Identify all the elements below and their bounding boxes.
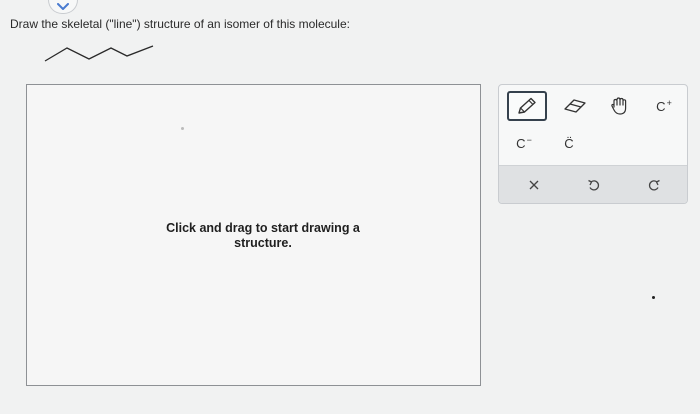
- undo-icon: [588, 179, 600, 191]
- redo-icon: [648, 179, 660, 191]
- anion-charge: −: [526, 135, 532, 145]
- anion-tool-button[interactable]: C −: [509, 130, 539, 156]
- lone-pair-label: C̈: [564, 135, 574, 151]
- close-icon: [529, 180, 539, 190]
- stray-dot: [652, 296, 655, 299]
- cation-tool-button[interactable]: C +: [649, 93, 679, 119]
- pencil-tool-button[interactable]: [507, 91, 547, 121]
- action-bar: [499, 165, 687, 203]
- collapse-tab[interactable]: [48, 0, 78, 14]
- canvas-speck: [181, 127, 184, 130]
- drawing-canvas[interactable]: Click and drag to start drawing a struct…: [26, 84, 481, 386]
- anion-label: C: [516, 135, 526, 151]
- clear-button[interactable]: [519, 172, 549, 198]
- hand-icon: [611, 97, 627, 115]
- question-text: Draw the skeletal ("line") structure of …: [10, 17, 350, 31]
- cation-label: C: [656, 98, 666, 114]
- molecule-skeletal-structure: [44, 45, 154, 62]
- canvas-hint: Click and drag to start drawing a struct…: [166, 221, 360, 250]
- drawing-toolbar: C + C − C̈: [498, 84, 688, 204]
- chevron-down-icon: [57, 2, 69, 10]
- redo-button[interactable]: [639, 172, 669, 198]
- pan-tool-button[interactable]: [599, 91, 641, 121]
- undo-button[interactable]: [579, 172, 609, 198]
- page: Draw the skeletal ("line") structure of …: [0, 0, 700, 414]
- eraser-icon: [564, 99, 586, 113]
- pencil-icon: [518, 97, 536, 114]
- lone-pair-tool-button[interactable]: C̈: [554, 130, 584, 156]
- cation-charge: +: [666, 98, 672, 108]
- eraser-tool-button[interactable]: [554, 91, 596, 121]
